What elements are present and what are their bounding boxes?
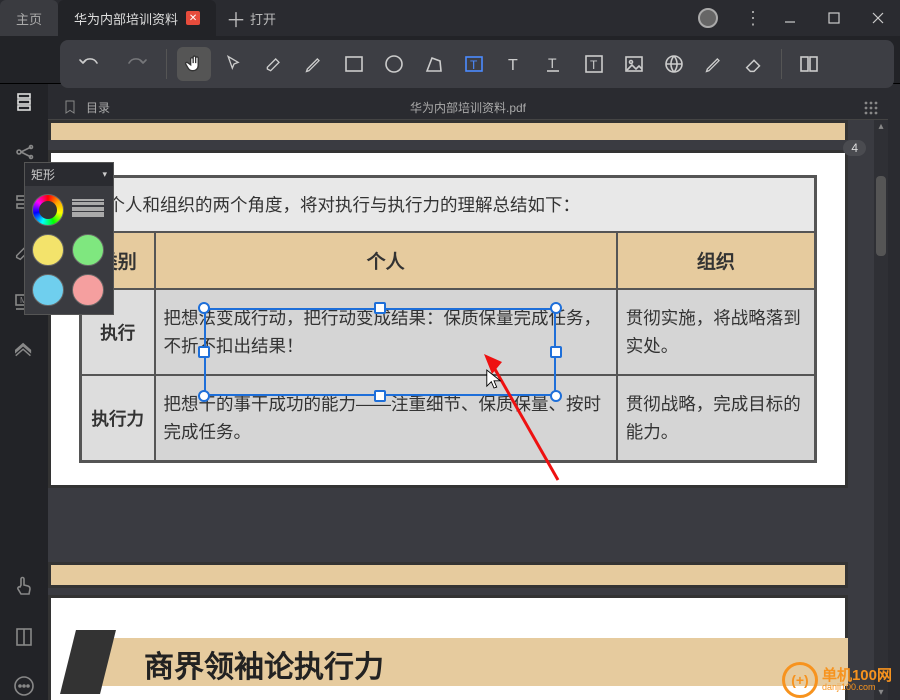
tab-document[interactable]: 华为内部培训资料 ✕ <box>58 0 216 36</box>
handle-s[interactable] <box>374 390 386 402</box>
open-label: 打开 <box>250 9 276 28</box>
bookmark-icon[interactable] <box>62 99 80 117</box>
th-individual: 个人 <box>155 232 617 289</box>
handle-nw[interactable] <box>198 302 210 314</box>
watermark: (+) 单机100网 danji100.com <box>782 662 892 698</box>
document-header: 目录 华为内部培训资料.pdf <box>48 96 888 120</box>
window-controls: ⋮ <box>698 0 900 36</box>
open-new-tab[interactable]: ＋打开 <box>216 4 286 33</box>
rectangle-tool[interactable] <box>337 47 371 81</box>
row1-c3: 贯彻实施，将战略落到实处。 <box>617 289 816 375</box>
image-tool[interactable] <box>617 47 651 81</box>
book-mode-icon[interactable] <box>10 622 38 650</box>
close-tab-button[interactable]: ✕ <box>186 11 200 25</box>
compare-tool[interactable] <box>792 47 826 81</box>
watermark-logo-icon: (+) <box>782 662 818 698</box>
pdf-viewer[interactable]: 从个人和组织的两个角度，将对执行与执行力的理解总结如下： 类别 个人 组织 执行… <box>48 120 888 700</box>
touch-mode-icon[interactable] <box>10 572 38 600</box>
circle-tool[interactable] <box>377 47 411 81</box>
svg-text:T: T <box>548 55 557 71</box>
redo-button[interactable] <box>116 47 156 81</box>
maximize-button[interactable] <box>812 0 856 36</box>
pencil2-tool[interactable] <box>697 47 731 81</box>
watermark-url: danji100.com <box>822 683 892 692</box>
text-underline-tool[interactable]: T <box>537 47 571 81</box>
more-menu[interactable]: ⋮ <box>738 8 768 29</box>
banner-title: 商界领袖论执行力 <box>144 642 384 686</box>
scrollbar-thumb[interactable] <box>876 176 886 256</box>
palette-chevron-icon[interactable]: ▾ <box>102 169 107 180</box>
color-red[interactable] <box>72 274 104 306</box>
tab-home-label: 主页 <box>16 9 42 28</box>
table-intro: 从个人和组织的两个角度，将对执行与执行力的理解总结如下： <box>81 177 816 233</box>
row2-c3: 贯彻战略，完成目标的能力。 <box>617 375 816 462</box>
polygon-tool[interactable] <box>417 47 451 81</box>
pen-tool[interactable] <box>297 47 331 81</box>
document-filename: 华为内部培训资料.pdf <box>410 99 526 116</box>
more-panels-icon[interactable] <box>10 672 38 700</box>
vertical-scrollbar[interactable]: ▴ ▾ <box>874 120 888 700</box>
color-picker-swatch[interactable] <box>32 194 64 226</box>
handle-ne[interactable] <box>550 302 562 314</box>
svg-text:T: T <box>470 58 478 72</box>
palette-title: 矩形 <box>31 166 55 183</box>
tab-document-label: 华为内部培训资料 <box>74 9 178 28</box>
close-window-button[interactable] <box>856 0 900 36</box>
shape-color-palette[interactable]: 矩形 ▾ <box>24 162 114 315</box>
text-frame-tool[interactable]: T <box>577 47 611 81</box>
text-box-tool[interactable]: T <box>457 47 491 81</box>
thumbnails-panel-icon[interactable] <box>10 88 38 116</box>
text-tool[interactable]: T <box>497 47 531 81</box>
watermark-name: 单机100网 <box>822 668 892 683</box>
outline-label: 目录 <box>86 99 110 116</box>
color-green[interactable] <box>72 234 104 266</box>
link-tool[interactable] <box>657 47 691 81</box>
row2-c1: 执行力 <box>81 375 155 462</box>
hand-tool[interactable] <box>177 47 211 81</box>
scroll-up-icon[interactable]: ▴ <box>874 120 888 134</box>
minimize-button[interactable] <box>768 0 812 36</box>
highlighter-tool[interactable] <box>257 47 291 81</box>
color-yellow[interactable] <box>32 234 64 266</box>
section-banner: 商界领袖论执行力 <box>48 630 848 690</box>
select-tool[interactable] <box>217 47 251 81</box>
svg-text:T: T <box>590 58 598 72</box>
eraser-tool[interactable] <box>737 47 771 81</box>
plus-icon: ＋ <box>226 4 246 33</box>
svg-text:T: T <box>508 57 518 74</box>
toolbar: T T T T <box>0 36 900 84</box>
color-blue[interactable] <box>32 274 64 306</box>
line-width-swatch[interactable] <box>72 194 104 222</box>
grip-icon[interactable] <box>862 99 880 117</box>
th-organization: 组织 <box>617 232 816 289</box>
page-number-badge: 4 <box>843 140 866 156</box>
tab-home[interactable]: 主页 <box>0 0 58 36</box>
user-avatar-icon[interactable] <box>698 8 718 28</box>
mouse-cursor-icon <box>485 368 503 390</box>
undo-button[interactable] <box>70 47 110 81</box>
titlebar: 主页 华为内部培训资料 ✕ ＋打开 ⋮ <box>0 0 900 36</box>
handle-w[interactable] <box>198 346 210 358</box>
page-top-band <box>48 120 848 140</box>
tags-panel-icon[interactable] <box>10 338 38 366</box>
handle-sw[interactable] <box>198 390 210 402</box>
page-strip <box>48 562 848 588</box>
handle-n[interactable] <box>374 302 386 314</box>
